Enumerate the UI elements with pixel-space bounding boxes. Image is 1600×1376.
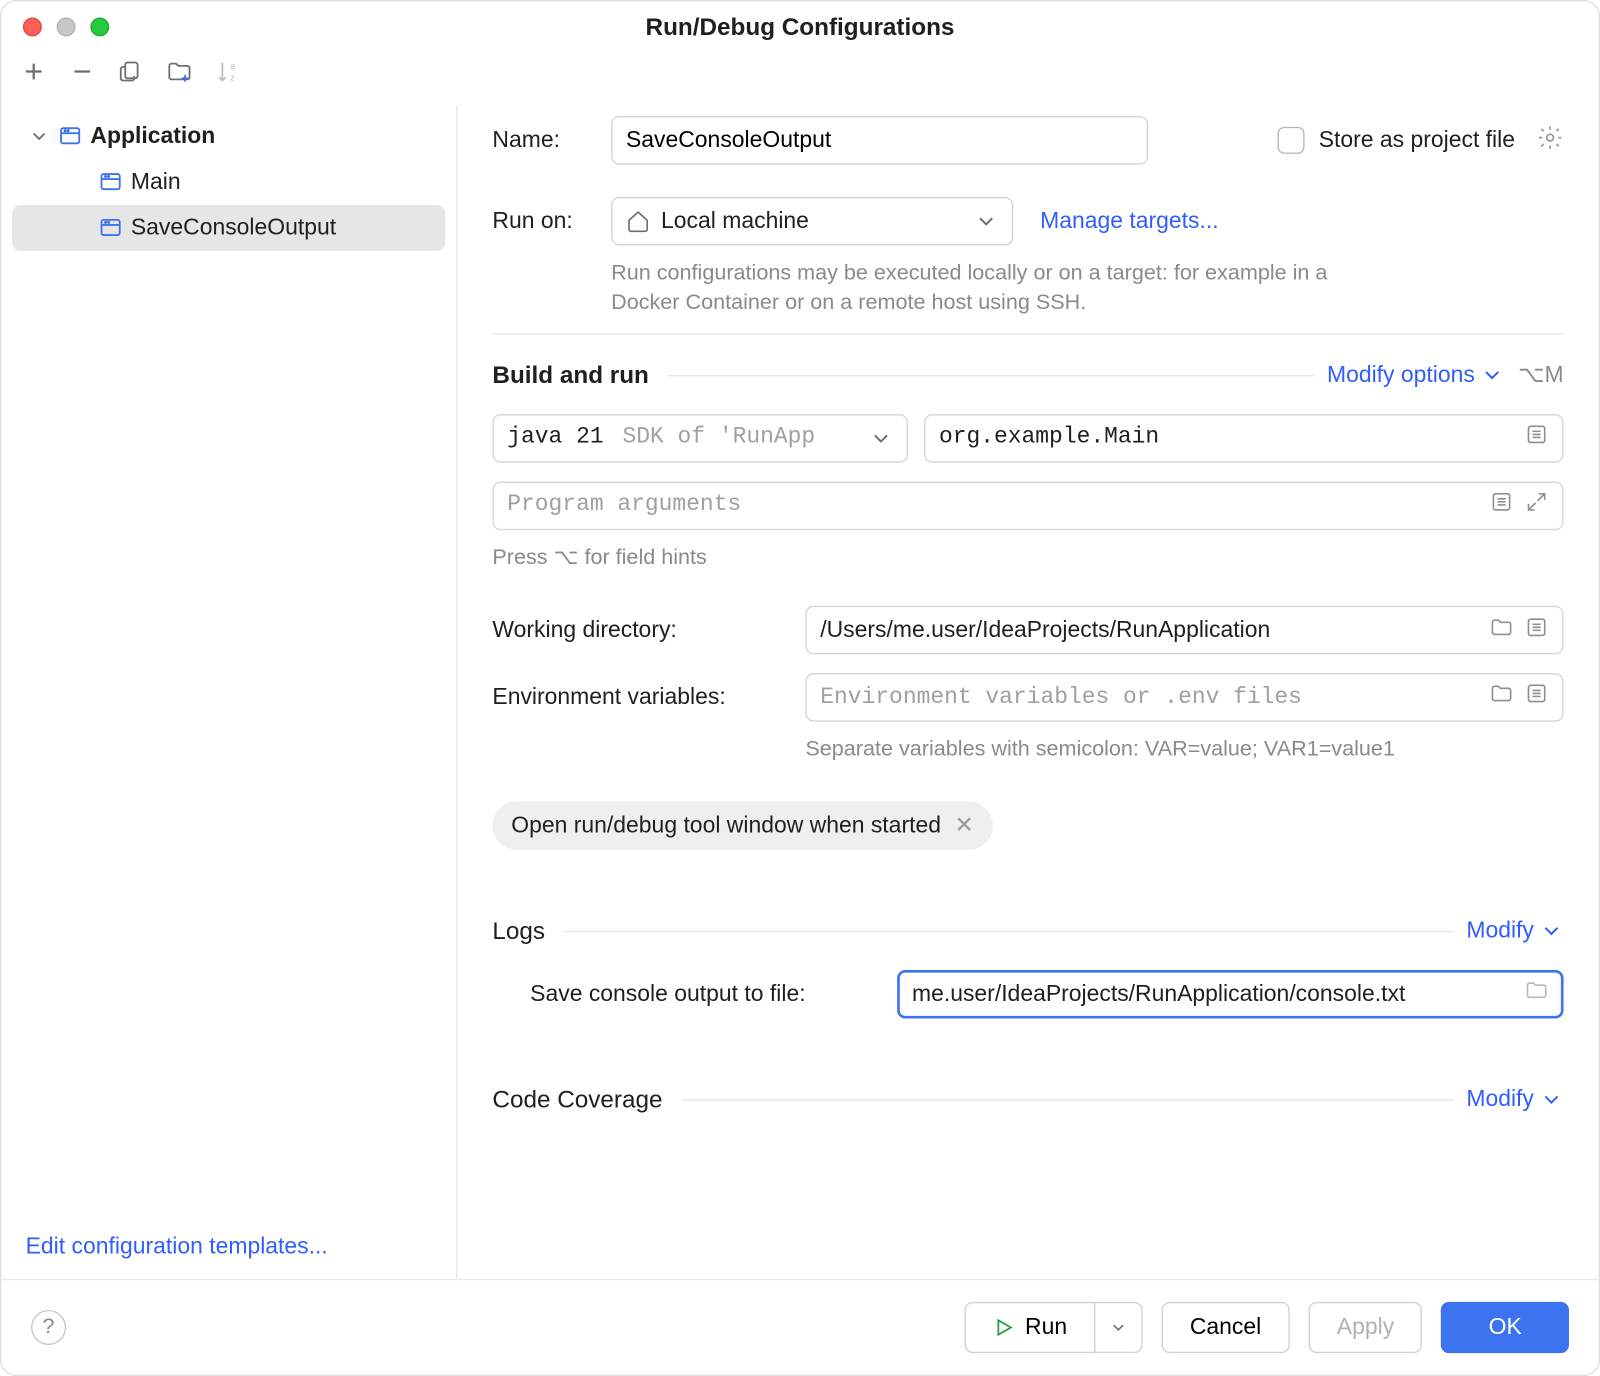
titlebar: Run/Debug Configurations: [1, 1, 1598, 50]
code-coverage-title: Code Coverage: [492, 1085, 662, 1113]
chevron-down-icon: [974, 209, 998, 233]
dialog-window: Run/Debug Configurations az Applicati: [0, 0, 1600, 1376]
apply-button[interactable]: Apply: [1308, 1302, 1422, 1353]
working-directory-text: /Users/me.user/IdeaProjects/RunApplicati…: [820, 617, 1270, 644]
list-icon[interactable]: [1489, 489, 1513, 521]
jdk-text: java 21: [507, 425, 603, 451]
minimize-window-button[interactable]: [57, 18, 76, 37]
sidebar-toolbar: az: [1, 50, 1598, 105]
list-icon[interactable]: [1524, 422, 1548, 454]
modify-options-shortcut: ⌥M: [1518, 362, 1564, 389]
close-window-button[interactable]: [23, 18, 42, 37]
tree-node-main[interactable]: Main: [1, 159, 456, 205]
program-arguments-input[interactable]: Program arguments: [492, 481, 1563, 530]
program-arguments-placeholder: Program arguments: [507, 493, 741, 519]
svg-text:z: z: [230, 72, 235, 82]
folder-add-icon[interactable]: [166, 58, 193, 92]
save-console-file-text: me.user/IdeaProjects/RunApplication/cons…: [912, 980, 1405, 1007]
cancel-button[interactable]: Cancel: [1162, 1302, 1290, 1353]
manage-targets-link[interactable]: Manage targets...: [1040, 208, 1218, 235]
run-on-hint: Run configurations may be executed local…: [611, 259, 1366, 319]
env-vars-input[interactable]: Environment variables or .env files: [805, 673, 1563, 722]
remove-config-icon[interactable]: [69, 58, 96, 92]
config-tree-sidebar: Application Main SaveConsoleOutput Edit …: [1, 105, 457, 1279]
close-icon[interactable]: ✕: [954, 812, 973, 839]
application-icon: [58, 124, 82, 148]
config-name-input[interactable]: [611, 116, 1148, 165]
save-console-file-input[interactable]: me.user/IdeaProjects/RunApplication/cons…: [897, 969, 1563, 1018]
logs-title: Logs: [492, 917, 545, 945]
window-title: Run/Debug Configurations: [1, 13, 1598, 41]
run-on-label: Run on:: [492, 208, 611, 235]
chevron-down-icon: [1539, 1087, 1563, 1111]
run-on-select[interactable]: Local machine: [611, 197, 1013, 246]
tree-node-saveconsoleoutput[interactable]: SaveConsoleOutput: [12, 205, 445, 251]
main-class-text: org.example.Main: [939, 425, 1159, 451]
help-icon[interactable]: ?: [31, 1310, 66, 1345]
tree-item-label: Main: [131, 169, 181, 196]
tree-item-label: SaveConsoleOutput: [131, 215, 336, 242]
run-button[interactable]: Run: [964, 1302, 1095, 1353]
jdk-hint: SDK of 'RunApp: [622, 425, 815, 451]
store-as-project-checkbox[interactable]: [1278, 127, 1305, 154]
working-directory-input[interactable]: /Users/me.user/IdeaProjects/RunApplicati…: [805, 606, 1563, 655]
run-dropdown-button[interactable]: [1095, 1302, 1142, 1353]
open-tool-window-label: Open run/debug tool window when started: [511, 812, 941, 839]
tree-root-label: Application: [90, 123, 215, 150]
maximize-window-button[interactable]: [90, 18, 109, 37]
application-icon: [98, 170, 122, 194]
build-and-run-header: Build and run Modify options ⌥M: [492, 333, 1563, 390]
list-icon[interactable]: [1524, 615, 1548, 646]
folder-icon[interactable]: [1489, 682, 1513, 714]
chevron-down-icon: [1480, 363, 1504, 387]
dialog-footer: ? Run Cancel Apply OK: [1, 1279, 1598, 1375]
copy-config-icon[interactable]: [117, 58, 144, 92]
edit-templates-link[interactable]: Edit configuration templates...: [1, 1214, 456, 1279]
sort-az-icon[interactable]: az: [215, 58, 242, 92]
env-vars-hint: Separate variables with semicolon: VAR=v…: [805, 735, 1563, 765]
list-icon[interactable]: [1524, 682, 1548, 714]
chevron-down-icon: [28, 125, 50, 147]
store-as-project-label: Store as project file: [1319, 127, 1515, 154]
run-on-value: Local machine: [661, 208, 809, 235]
application-icon: [98, 216, 122, 240]
field-hints-text: Press ⌥ for field hints: [492, 543, 1563, 573]
play-icon: [993, 1317, 1015, 1339]
folder-icon[interactable]: [1524, 978, 1548, 1009]
name-label: Name:: [492, 127, 611, 154]
traffic-lights: [23, 18, 109, 37]
ok-button[interactable]: OK: [1441, 1302, 1569, 1353]
chevron-down-icon: [869, 426, 893, 450]
svg-text:a: a: [230, 61, 235, 71]
folder-icon[interactable]: [1489, 615, 1513, 646]
code-coverage-header: Code Coverage Modify: [492, 1085, 1563, 1113]
chevron-down-icon: [1109, 1318, 1128, 1337]
gear-icon[interactable]: [1537, 123, 1564, 157]
jdk-select[interactable]: java 21 SDK of 'RunApp: [492, 414, 908, 463]
modify-options-link[interactable]: Modify options: [1327, 362, 1505, 389]
home-icon: [626, 209, 650, 233]
coverage-modify-link[interactable]: Modify: [1466, 1086, 1563, 1113]
open-tool-window-chip[interactable]: Open run/debug tool window when started …: [492, 801, 992, 850]
logs-modify-link[interactable]: Modify: [1466, 917, 1563, 944]
main-class-input[interactable]: org.example.Main: [924, 414, 1563, 463]
logs-header: Logs Modify: [492, 917, 1563, 945]
build-and-run-title: Build and run: [492, 361, 648, 389]
chevron-down-icon: [1539, 919, 1563, 943]
env-vars-label: Environment variables:: [492, 684, 805, 711]
tree-node-application[interactable]: Application: [1, 113, 456, 159]
main-panel: Name: Store as project file Run on: Loca…: [457, 105, 1598, 1279]
env-vars-placeholder: Environment variables or .env files: [820, 685, 1302, 711]
content-area: Application Main SaveConsoleOutput Edit …: [1, 105, 1598, 1279]
config-tree: Application Main SaveConsoleOutput: [1, 113, 456, 1214]
save-console-label: Save console output to file:: [492, 980, 897, 1007]
add-config-icon[interactable]: [20, 58, 47, 92]
working-directory-label: Working directory:: [492, 617, 805, 644]
expand-icon[interactable]: [1524, 489, 1548, 521]
